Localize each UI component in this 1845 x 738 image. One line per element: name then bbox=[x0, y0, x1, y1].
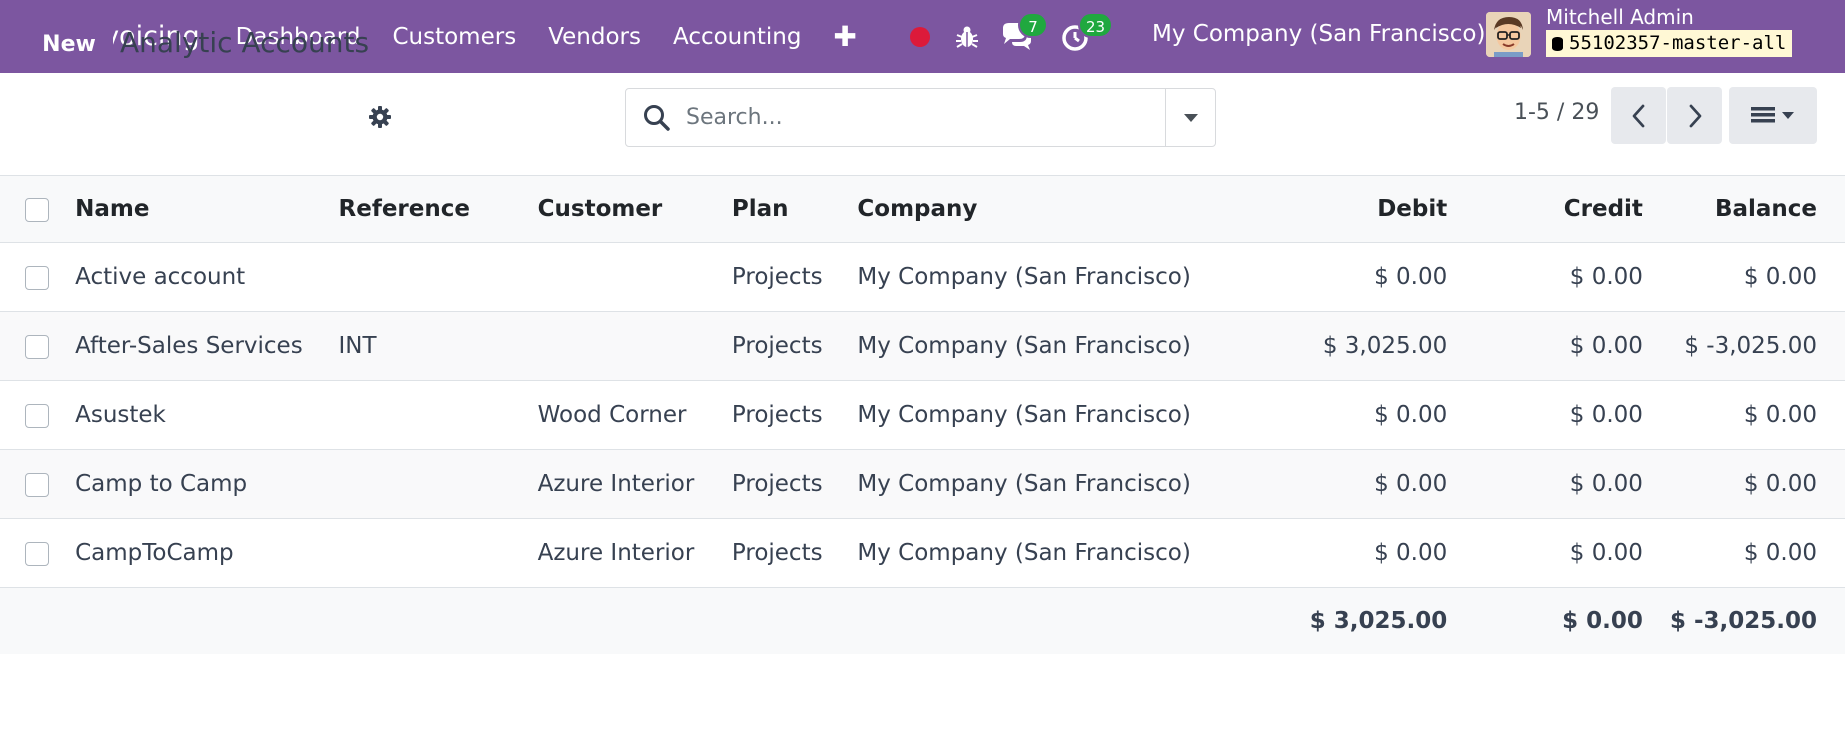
search-input[interactable] bbox=[686, 105, 1156, 130]
user-avatar[interactable] bbox=[1486, 12, 1531, 57]
pager-previous-button[interactable] bbox=[1611, 87, 1666, 144]
cell-customer: Azure Interior bbox=[537, 471, 695, 497]
cell-balance: $ 0.00 bbox=[1743, 540, 1817, 566]
menu-vendors[interactable]: Vendors bbox=[532, 24, 657, 50]
activities-count-badge: 23 bbox=[1078, 11, 1114, 38]
cell-reference bbox=[339, 519, 538, 588]
totals-row: $ 3,025.00 $ 0.00 $ -3,025.00 bbox=[0, 587, 1845, 654]
cell-debit: $ 0.00 bbox=[1374, 402, 1448, 428]
cell-company: My Company (San Francisco) bbox=[857, 540, 1191, 566]
cell-debit: $ 3,025.00 bbox=[1322, 333, 1448, 359]
row-checkbox[interactable] bbox=[25, 334, 49, 359]
column-header-reference[interactable]: Reference bbox=[339, 176, 538, 243]
cell-name: Camp to Camp bbox=[75, 471, 248, 497]
row-checkbox[interactable] bbox=[25, 403, 49, 428]
cell-plan: Projects bbox=[731, 471, 823, 497]
activities-button[interactable]: 23 bbox=[1060, 11, 1114, 54]
caret-down-icon bbox=[1183, 113, 1198, 122]
new-button[interactable]: New bbox=[25, 16, 113, 72]
messages-button[interactable]: 7 bbox=[1000, 11, 1048, 54]
total-debit: $ 3,025.00 bbox=[1309, 607, 1448, 634]
analytic-accounts-list: Name Reference Customer Plan Company Deb… bbox=[0, 175, 1845, 654]
total-credit: $ 0.00 bbox=[1562, 607, 1643, 634]
cell-balance: $ 0.00 bbox=[1743, 264, 1817, 290]
database-icon bbox=[1552, 36, 1563, 51]
messages-count-badge: 7 bbox=[1018, 11, 1048, 38]
cell-reference bbox=[339, 243, 538, 312]
search-icon bbox=[644, 104, 670, 131]
column-header-company[interactable]: Company bbox=[857, 176, 1190, 243]
column-header-balance[interactable]: Balance bbox=[1643, 176, 1845, 243]
cell-reference: INT bbox=[338, 333, 377, 359]
chevron-left-icon bbox=[1632, 104, 1644, 127]
pager-value[interactable]: 1-5 / 29 bbox=[1514, 100, 1599, 125]
cell-debit: $ 0.00 bbox=[1374, 540, 1448, 566]
cell-plan: Projects bbox=[731, 264, 823, 290]
table-row[interactable]: Camp to Camp Azure Interior Projects My … bbox=[0, 449, 1845, 519]
row-checkbox[interactable] bbox=[25, 265, 49, 290]
cell-credit: $ 0.00 bbox=[1569, 264, 1643, 290]
record-icon[interactable] bbox=[910, 26, 930, 47]
cell-customer bbox=[538, 312, 732, 381]
cell-name: Asustek bbox=[75, 402, 166, 428]
cell-plan: Projects bbox=[731, 333, 823, 359]
cell-plan: Projects bbox=[731, 540, 823, 566]
plus-icon[interactable]: ✚ bbox=[817, 20, 872, 53]
cell-name: CampToCamp bbox=[75, 540, 234, 566]
menu-customers[interactable]: Customers bbox=[376, 24, 532, 50]
cell-balance: $ -3,025.00 bbox=[1684, 333, 1817, 359]
company-switcher[interactable]: My Company (San Francisco) bbox=[1152, 0, 1485, 73]
cell-balance: $ 0.00 bbox=[1743, 471, 1817, 497]
chevron-right-icon bbox=[1689, 104, 1701, 127]
cell-credit: $ 0.00 bbox=[1569, 471, 1643, 497]
cell-customer: Wood Corner bbox=[537, 402, 687, 428]
page-title: Analytic Accounts bbox=[120, 26, 370, 59]
total-balance: $ -3,025.00 bbox=[1669, 607, 1817, 634]
column-header-plan[interactable]: Plan bbox=[732, 176, 857, 243]
cell-plan: Projects bbox=[731, 402, 823, 428]
table-row[interactable]: CampToCamp Azure Interior Projects My Co… bbox=[0, 519, 1845, 588]
gear-icon[interactable] bbox=[368, 105, 392, 129]
cell-credit: $ 0.00 bbox=[1569, 402, 1643, 428]
table-row[interactable]: After-Sales Services INT Projects My Com… bbox=[0, 311, 1845, 381]
user-name[interactable]: Mitchell Admin bbox=[1546, 5, 1694, 29]
cell-company: My Company (San Francisco) bbox=[857, 333, 1191, 359]
bug-icon[interactable] bbox=[954, 24, 980, 50]
systray: 7 23 bbox=[910, 0, 1120, 73]
search-options-toggle[interactable] bbox=[1165, 89, 1215, 146]
column-header-customer[interactable]: Customer bbox=[538, 176, 732, 243]
cell-customer: Azure Interior bbox=[537, 540, 695, 566]
cell-company: My Company (San Francisco) bbox=[857, 402, 1191, 428]
cell-customer bbox=[538, 243, 732, 312]
cell-credit: $ 0.00 bbox=[1569, 540, 1643, 566]
menu-accounting[interactable]: Accounting bbox=[657, 24, 817, 50]
cell-company: My Company (San Francisco) bbox=[857, 264, 1191, 290]
avatar-image bbox=[1486, 12, 1531, 57]
search-bar bbox=[625, 88, 1216, 147]
cell-reference bbox=[339, 381, 538, 450]
database-name: 55102357-master-all bbox=[1569, 32, 1787, 54]
cell-name: Active account bbox=[75, 264, 246, 290]
select-all-checkbox[interactable] bbox=[25, 197, 49, 222]
cell-company: My Company (San Francisco) bbox=[857, 471, 1191, 497]
cell-balance: $ 0.00 bbox=[1743, 402, 1817, 428]
column-header-credit[interactable]: Credit bbox=[1447, 176, 1643, 243]
cell-debit: $ 0.00 bbox=[1374, 264, 1448, 290]
table-row[interactable]: Active account Projects My Company (San … bbox=[0, 243, 1845, 312]
column-header-name[interactable]: Name bbox=[75, 176, 338, 243]
view-switcher-button[interactable] bbox=[1729, 87, 1817, 144]
cell-name: After-Sales Services bbox=[75, 333, 303, 359]
cell-credit: $ 0.00 bbox=[1569, 333, 1643, 359]
list-view-icon bbox=[1751, 106, 1794, 122]
database-badge: 55102357-master-all bbox=[1546, 30, 1793, 57]
pager-next-button[interactable] bbox=[1667, 87, 1722, 144]
row-checkbox[interactable] bbox=[25, 541, 49, 566]
cell-debit: $ 0.00 bbox=[1374, 471, 1448, 497]
row-checkbox[interactable] bbox=[25, 472, 49, 497]
cell-reference bbox=[339, 450, 538, 519]
table-header-row: Name Reference Customer Plan Company Deb… bbox=[0, 175, 1845, 243]
table-row[interactable]: Asustek Wood Corner Projects My Company … bbox=[0, 381, 1845, 450]
column-header-debit[interactable]: Debit bbox=[1191, 176, 1447, 243]
